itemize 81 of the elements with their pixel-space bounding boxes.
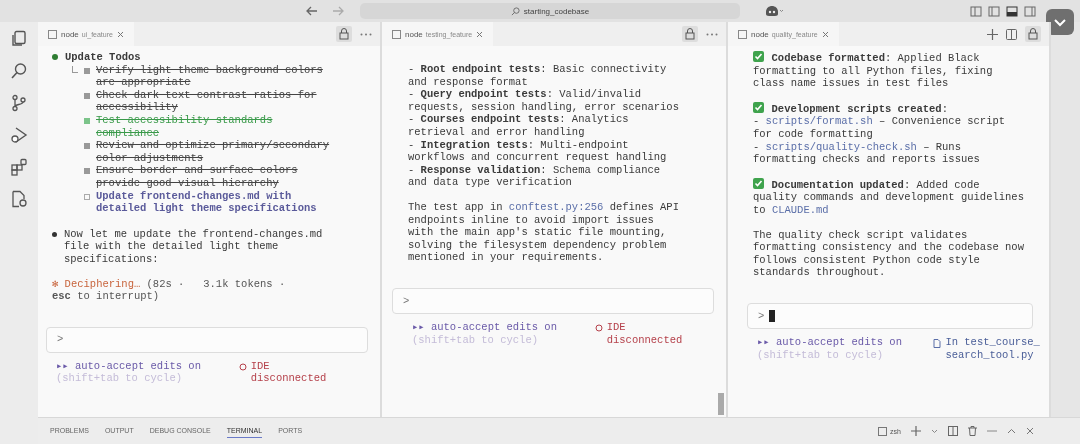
ide-status: IDE disconnected [606, 320, 683, 347]
sidebar-toggle-icon[interactable] [988, 5, 1000, 17]
message-text: - scripts/quality-check.sh – Runs formatting checks and reports issues [753, 140, 981, 166]
prompt-input[interactable]: > [747, 302, 1033, 329]
lock-icon[interactable] [682, 26, 698, 42]
todo-title: Update Todos [65, 51, 141, 64]
run-debug-icon[interactable] [10, 126, 28, 144]
split-icon[interactable] [1006, 28, 1017, 40]
summary-line: - Query endpoint tests: Valid/invalid requests, session handling, error scenarios [408, 88, 680, 114]
todo-item: Ensure border and surface colors provide good visual hierarchy [96, 164, 299, 190]
extensions-icon[interactable] [10, 158, 28, 176]
source-control-icon[interactable] [10, 94, 28, 112]
todo-item: Check dark text contrast ratios for accessibility [96, 88, 318, 114]
mode-hint: (shift+tab to cycle) [412, 333, 540, 347]
search-icon[interactable] [10, 62, 28, 80]
message-text: Codebase formatted: Applied Black formatting to all Python files, fixing class name issues in test files [753, 52, 994, 90]
message-text: The test app in conftest.py:256 defines API endpoints inline to avoid import issues with the main app's static file mounting, solving the filesystem dependency problem mentioned in your requirements. [408, 200, 680, 264]
back-arrow-icon[interactable] [306, 6, 318, 16]
chevron-down-icon [1053, 17, 1067, 27]
lock-icon[interactable] [336, 26, 352, 42]
close-icon[interactable] [1026, 427, 1034, 435]
prompt-input[interactable]: > [392, 287, 714, 314]
message-text: The quality check script validates formatting consistency and the codebase now follows consistent Python code style standards throughout. [753, 228, 1024, 279]
close-icon[interactable] [476, 30, 484, 38]
terminal-icon [392, 29, 401, 39]
todo-item: Test accessibility standards compliance [96, 113, 274, 140]
lock-icon[interactable] [1025, 26, 1041, 42]
bullet-icon [52, 231, 57, 237]
scrollbar-thumb[interactable] [718, 393, 724, 415]
search-icon [510, 6, 520, 16]
tab-title: node [751, 29, 769, 39]
secondary-sidebar-icon[interactable] [1024, 5, 1036, 17]
message-text: - scripts/format.sh – Convenience script for code formatting [753, 115, 1007, 141]
layout-icon[interactable] [970, 5, 982, 17]
disconnected-icon [594, 323, 603, 332]
command-center[interactable]: starting_codebase [360, 3, 740, 19]
summary-line: - Root endpoint tests: Basic connectivity and response format [408, 63, 668, 89]
mode-indicator: ▸▸ auto-accept edits on [412, 320, 558, 334]
add-icon[interactable] [911, 426, 921, 436]
more-icon[interactable] [706, 32, 718, 36]
todo-item: Update frontend-changes.md with detailed light theme specifications [96, 189, 318, 215]
mode-hint: (shift+tab to cycle) [56, 372, 184, 385]
panel-toggle-icon[interactable] [1006, 5, 1018, 17]
workspace-name: starting_codebase [523, 6, 590, 16]
todo-item: Review and optimize primary/secondary color adjustments [96, 139, 331, 165]
ide-status: IDE disconnected [250, 359, 327, 385]
message-text: Now let me update the frontend-changes.md file with the detailed light theme specifications: [64, 227, 323, 266]
summary-line: - Response validation: Schema compliance and data type verification [408, 163, 662, 189]
trash-icon[interactable] [968, 426, 977, 436]
file-link[interactable]: CLAUDE.md [771, 203, 829, 216]
file-link[interactable]: conftest.py:256 [508, 200, 604, 213]
tab-title: node [61, 29, 79, 39]
ide-status: In test_course_search_tool.py [945, 335, 1041, 362]
terminal-icon [878, 426, 888, 436]
file-link[interactable]: scripts/quality-check.sh [765, 140, 917, 153]
files-icon[interactable] [10, 30, 28, 48]
terminal-icon [48, 29, 57, 39]
mode-indicator: ▸▸ auto-accept edits on [757, 335, 903, 349]
tab-title: node [405, 29, 423, 39]
mode-indicator: ▸▸ auto-accept edits on [56, 359, 202, 373]
bullet-icon [52, 54, 58, 61]
prompt-input[interactable]: > [46, 326, 368, 353]
terminal-icon [738, 29, 747, 39]
add-icon[interactable] [987, 28, 998, 40]
summary-line: - Courses endpoint tests: Analytics retrieval and error handling [408, 113, 630, 139]
more-icon[interactable] [360, 32, 372, 36]
split-icon[interactable] [948, 426, 958, 436]
tree-connector-icon [72, 65, 78, 73]
message-text: Development scripts created: [771, 102, 948, 115]
mode-hint: (shift+tab to cycle) [757, 348, 885, 362]
close-icon[interactable] [116, 30, 124, 38]
close-icon[interactable] [821, 30, 829, 38]
todo-item: Verify light theme background colors are appropriate [96, 63, 324, 89]
disconnected-icon [238, 362, 247, 371]
caret-icon[interactable] [931, 428, 938, 434]
thinking-status: ✻ Deciphering… (82s · 3.1k tokens · esc to interrupt) [52, 277, 287, 303]
file-icon [933, 338, 942, 348]
summary-line: - Integration tests: Multi-endpoint workflows and concurrent request handling [408, 138, 668, 164]
file-link[interactable]: scripts/format.sh [765, 115, 873, 128]
document-settings-icon[interactable] [10, 190, 28, 208]
maximize-caret-icon[interactable] [1007, 428, 1016, 434]
